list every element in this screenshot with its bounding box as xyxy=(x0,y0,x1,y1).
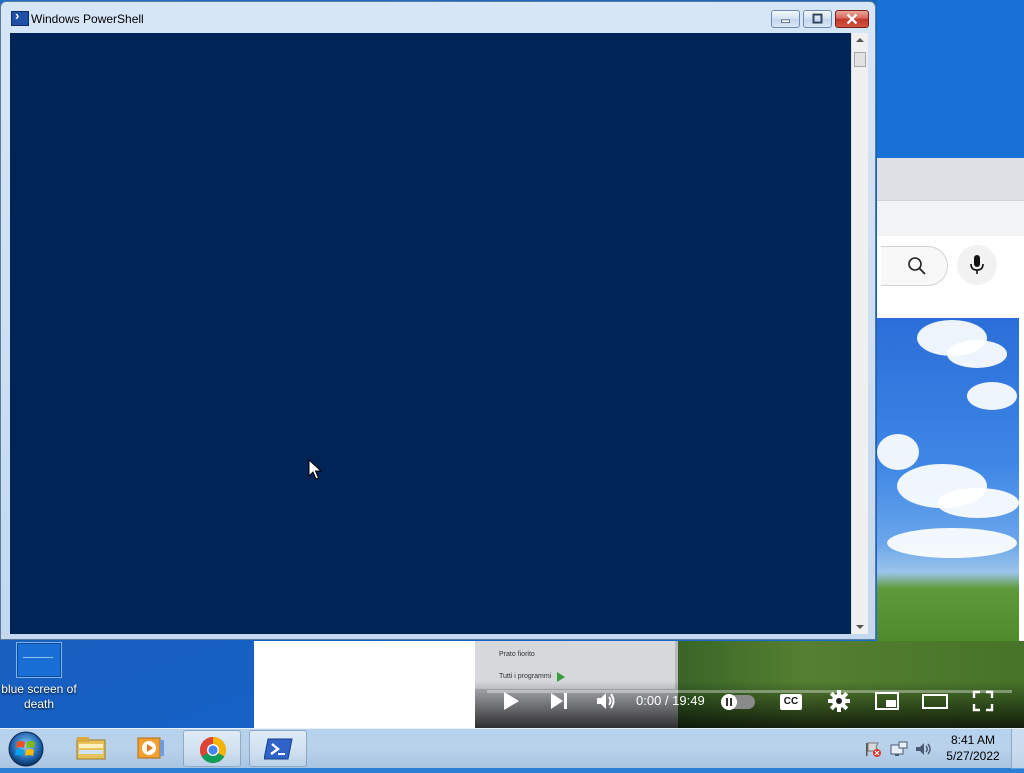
taskbar: 8:41 AM 5/27/2022 xyxy=(0,728,1024,769)
folder-icon xyxy=(76,737,106,760)
miniplayer-icon xyxy=(875,692,899,710)
close-icon xyxy=(846,13,858,25)
theater-mode-button[interactable] xyxy=(921,689,949,713)
clock-date: 5/27/2022 xyxy=(946,749,1000,763)
maximize-button[interactable] xyxy=(803,10,832,28)
play-button[interactable] xyxy=(501,689,521,713)
browser-window xyxy=(877,0,1024,728)
close-button[interactable] xyxy=(835,10,869,28)
volume-icon[interactable] xyxy=(914,737,934,761)
mouse-pointer-icon xyxy=(308,459,322,480)
powershell-icon xyxy=(264,738,293,760)
vertical-scrollbar[interactable] xyxy=(851,33,868,634)
skip-next-icon xyxy=(551,693,567,709)
desktop-icon-label: blue screen of death xyxy=(1,682,77,711)
theater-icon xyxy=(922,694,948,709)
autoplay-toggle[interactable] xyxy=(721,694,755,710)
taskbar-clock[interactable]: 8:41 AM 5/27/2022 xyxy=(938,732,1008,764)
bsod-thumbnail-icon xyxy=(16,642,62,678)
window-title: Windows PowerShell xyxy=(31,12,144,26)
start-button[interactable] xyxy=(6,730,46,768)
minimize-button[interactable] xyxy=(771,10,800,28)
page-white-area xyxy=(254,641,476,728)
action-center-flag-icon[interactable] xyxy=(864,737,882,761)
voice-search-button[interactable] xyxy=(957,245,997,285)
desktop-icon-bsod[interactable]: blue screen of death xyxy=(0,640,78,712)
powershell-icon xyxy=(11,8,29,26)
windows-logo-icon xyxy=(8,731,44,767)
search-icon xyxy=(908,257,926,275)
next-button[interactable] xyxy=(549,689,569,713)
play-icon xyxy=(504,692,519,710)
fullscreen-icon xyxy=(972,690,994,712)
scroll-up-arrow-icon[interactable] xyxy=(856,38,864,42)
powershell-window[interactable]: Windows PowerShell xyxy=(0,1,876,640)
volume-button[interactable] xyxy=(595,689,619,713)
media-player-icon xyxy=(137,737,164,759)
miniplayer-button[interactable] xyxy=(874,689,900,713)
browser-tab-strip xyxy=(877,158,1024,200)
taskbar-powershell[interactable] xyxy=(249,730,307,767)
gear-icon xyxy=(828,690,850,712)
microphone-icon xyxy=(970,255,984,274)
network-icon[interactable] xyxy=(889,737,909,761)
taskbar-media-player[interactable] xyxy=(121,730,179,767)
video-frame-text: Tutti i programmi xyxy=(499,673,552,680)
fullscreen-button[interactable] xyxy=(971,689,995,713)
video-time-display: 0:00 / 19:49 xyxy=(636,693,705,708)
settings-button[interactable] xyxy=(827,689,851,713)
show-desktop-button[interactable] xyxy=(1011,729,1024,769)
video-player[interactable]: Prato fiorito Tutti i programmi 0:00 / 1… xyxy=(475,641,1024,728)
taskbar-file-explorer[interactable] xyxy=(61,730,119,767)
clock-time: 8:41 AM xyxy=(950,733,996,747)
volume-icon xyxy=(597,693,615,709)
pause-icon xyxy=(721,694,737,710)
captions-button[interactable]: CC xyxy=(780,694,802,710)
chrome-icon xyxy=(199,736,227,764)
maximize-icon xyxy=(812,13,823,24)
minimize-icon xyxy=(781,19,790,23)
browser-toolbar xyxy=(877,200,1024,237)
youtube-search-button[interactable] xyxy=(881,246,948,286)
console-area[interactable] xyxy=(10,33,851,634)
taskbar-chrome[interactable] xyxy=(183,730,241,767)
scroll-down-arrow-icon[interactable] xyxy=(856,625,864,629)
scroll-thumb[interactable] xyxy=(854,52,866,67)
video-frame-text: Prato fiorito xyxy=(499,651,535,658)
